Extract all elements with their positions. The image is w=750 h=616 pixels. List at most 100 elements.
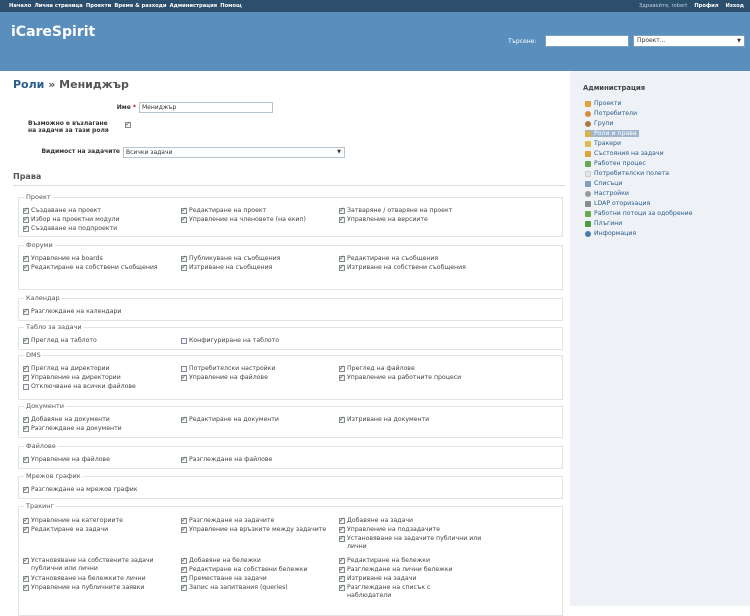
permission-checkbox[interactable] [23,384,29,390]
menu-projects[interactable]: Проекти [86,0,111,12]
perm-view-files-2[interactable]: Разглеждане на файлове [181,455,272,464]
perm-user-settings[interactable]: Потребителски настройки [181,365,275,373]
perm-view-directories[interactable]: Преглед на директории [23,364,110,373]
permission-checkbox[interactable] [23,206,29,214]
permission-checkbox[interactable] [181,338,187,344]
permission-checkbox[interactable] [339,516,345,524]
perm-manage-directories[interactable]: Управление на директории [23,373,121,382]
perm-delete-own-messages[interactable]: Изтриване на собствени съобщения [339,263,466,272]
permission-checkbox[interactable] [23,583,29,591]
sidebar-item-users[interactable]: Потребители [585,110,637,117]
perm-save-queries[interactable]: Запис на запитвания (queries) [181,583,288,592]
permission-checkbox[interactable] [23,516,29,524]
permission-checkbox[interactable] [181,215,187,223]
permission-checkbox[interactable] [23,224,29,232]
permission-checkbox[interactable] [181,525,187,533]
permission-checkbox[interactable] [339,565,345,573]
perm-edit-issues[interactable]: Редактиране на задачи [23,525,108,534]
permission-checkbox[interactable] [23,336,29,344]
permission-checkbox[interactable] [181,516,187,524]
perm-post-messages[interactable]: Публикуване на съобщения [181,254,280,263]
permission-checkbox[interactable] [23,263,29,271]
perm-edit-project[interactable]: Редактиране на проект [181,206,266,215]
permission-checkbox[interactable] [23,373,29,381]
sidebar-item-approval-workflows[interactable]: Работни потоци за одобрение [585,210,693,217]
permission-checkbox[interactable] [23,254,29,262]
perm-set-own-issues-public[interactable]: Установяване на собствените задачи публи… [23,556,181,573]
perm-view-documents[interactable]: Разглеждане на документи [23,424,122,433]
breadcrumb-roles-link[interactable]: Роли [13,78,44,91]
permission-checkbox[interactable] [181,583,187,591]
perm-edit-own-messages[interactable]: Редактиране на собствени съобщения [23,263,163,272]
perm-manage-files[interactable]: Управление на файлове [181,373,268,382]
permission-checkbox[interactable] [339,525,345,533]
perm-view-files[interactable]: Преглед на файлове [339,364,415,373]
permission-checkbox[interactable] [339,254,345,262]
perm-close-project[interactable]: Затваряне / отваряне на проект [339,206,452,215]
permission-checkbox[interactable] [339,263,345,271]
perm-add-documents[interactable]: Добавяне на документи [23,415,110,424]
menu-profile[interactable]: Профил [694,0,718,12]
permission-checkbox[interactable] [339,556,345,564]
permission-checkbox[interactable] [23,574,29,582]
permission-checkbox[interactable] [23,455,29,463]
perm-delete-documents[interactable]: Изтриване на документи [339,415,429,424]
perm-create-subprojects[interactable]: Създаване на подпроекти [23,224,117,233]
permission-checkbox[interactable] [181,254,187,262]
permission-checkbox[interactable] [181,415,187,423]
perm-manage-versions[interactable]: Управление на версиите [339,215,428,224]
perm-set-notes-private[interactable]: Установяване на бележките лични [23,574,146,583]
perm-configure-board[interactable]: Конфигуриране на таблото [181,337,279,345]
perm-manage-boards[interactable]: Управление на boards [23,254,103,263]
perm-edit-notes[interactable]: Редактиране на бележки [339,556,430,565]
perm-manage-files-2[interactable]: Управление на файлове [23,455,110,464]
perm-unlock-files[interactable]: Отключване на всички файлове [23,383,136,391]
sidebar-item-plugins[interactable]: Плъгини [585,220,622,227]
permission-checkbox[interactable] [181,206,187,214]
sidebar-item-enumerations[interactable]: Списъци [585,180,622,187]
menu-administration[interactable]: Администрация [170,0,217,12]
permission-checkbox[interactable] [23,364,29,372]
name-input[interactable]: Мениджър [139,102,273,113]
sidebar-item-projects[interactable]: Проекти [585,100,622,107]
permission-checkbox[interactable] [339,583,345,591]
visibility-select[interactable]: Всички задачи ▼ [123,147,345,158]
perm-delete-messages[interactable]: Изтриване на съобщения [181,263,272,272]
sidebar-item-custom-fields[interactable]: Потребителски полета [585,170,669,177]
perm-view-issues[interactable]: Разглеждане на задачите [181,516,274,525]
permission-checkbox[interactable] [23,485,29,493]
sidebar-item-info[interactable]: Информация [585,230,636,237]
perm-view-calendar[interactable]: Разглеждане на календари [23,307,121,316]
perm-manage-workflows[interactable]: Управление на работните процеси [339,373,461,382]
permission-checkbox[interactable] [181,556,187,564]
permission-checkbox[interactable] [339,364,345,372]
menu-home[interactable]: Начало [9,0,31,12]
perm-delete-issues[interactable]: Изтриване на задачи [339,574,416,583]
permission-checkbox[interactable] [23,556,29,564]
permission-checkbox[interactable] [23,415,29,423]
permission-checkbox[interactable] [181,574,187,582]
perm-set-issues-public[interactable]: Установяване на задачите публични или ли… [339,534,499,551]
perm-move-issues[interactable]: Преместване на задачи [181,574,267,583]
permission-checkbox[interactable] [181,373,187,381]
sidebar-item-groups[interactable]: Групи [585,120,613,127]
sidebar-item-roles[interactable]: Роли и права [585,130,639,137]
perm-add-issues[interactable]: Добавяне на задачи [339,516,413,525]
menu-my-page[interactable]: Лична страница [34,0,82,12]
perm-add-notes[interactable]: Добавяне на бележки [181,556,261,565]
permission-checkbox[interactable] [339,215,345,223]
permission-checkbox[interactable] [339,415,345,423]
permission-checkbox[interactable] [181,455,187,463]
perm-view-gantt[interactable]: Разглеждане на мрежов график [23,485,138,494]
search-input[interactable] [545,35,629,47]
sidebar-item-settings[interactable]: Настройки [585,190,629,197]
menu-logout[interactable]: Изход [726,0,744,12]
perm-manage-categories[interactable]: Управление на категориите [23,516,123,525]
perm-manage-public-queries[interactable]: Управление на публичните заявки [23,583,144,592]
perm-manage-relations[interactable]: Управление на връзките между задачите [181,525,336,534]
permission-checkbox[interactable] [23,525,29,533]
sidebar-item-ldap[interactable]: LDAP оторизация [585,200,650,207]
perm-create-project[interactable]: Създаване на проект [23,206,101,215]
perm-view-board[interactable]: Преглед на таблото [23,336,97,345]
permission-checkbox[interactable] [181,263,187,271]
